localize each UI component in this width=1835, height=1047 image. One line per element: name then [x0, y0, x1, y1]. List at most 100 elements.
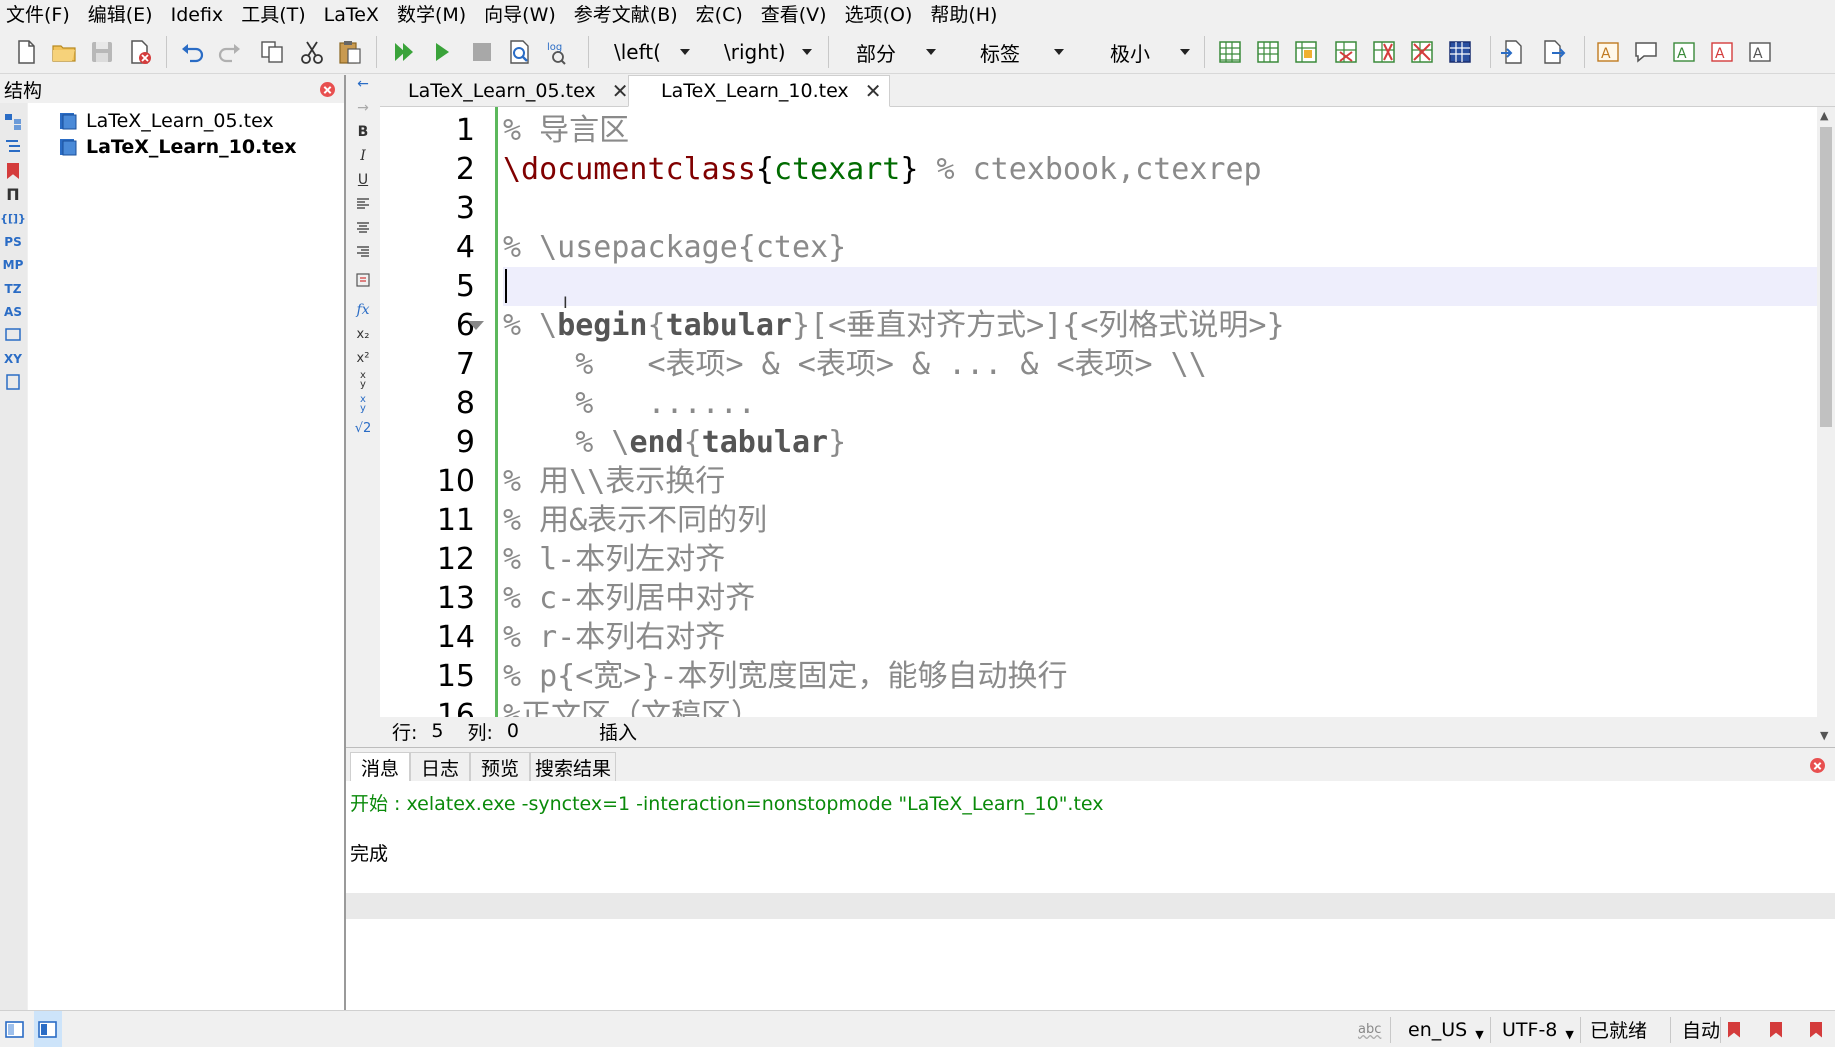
copy-icon[interactable]: [256, 36, 288, 68]
as-side-label[interactable]: AS: [2, 301, 24, 323]
view-log-icon[interactable]: log: [542, 36, 574, 68]
forward-arrow-icon[interactable]: →: [352, 97, 374, 119]
tree-file-item[interactable]: LaTeX_Learn_05.tex: [58, 107, 274, 135]
tz-side-label[interactable]: TZ: [2, 278, 24, 300]
mp-side-label[interactable]: MP: [2, 254, 24, 276]
math-function-icon[interactable]: fx: [352, 299, 374, 321]
close-tab-icon[interactable]: ✕: [612, 79, 629, 103]
menu-tools[interactable]: 工具(T): [232, 0, 314, 30]
bold-icon[interactable]: B: [352, 121, 374, 143]
close-tab-icon[interactable]: ✕: [865, 79, 882, 103]
bookmark-view-icon[interactable]: [2, 160, 24, 182]
language-selector[interactable]: en_US ▼: [1408, 1011, 1484, 1047]
quick-build-icon[interactable]: [388, 36, 420, 68]
delete-row-icon[interactable]: [1330, 36, 1362, 68]
text-box-green-icon[interactable]: A: [1668, 36, 1700, 68]
menu-math[interactable]: 数学(M): [388, 0, 475, 30]
code-editor[interactable]: 1 2 3 4 5 6 7 8 9 10 11 12 13 14 15 16 %…: [380, 107, 1817, 717]
brackets-icon[interactable]: {[]}: [0, 207, 26, 229]
bookmark-icon[interactable]: [1728, 1011, 1740, 1047]
pi-symbol-icon[interactable]: Π: [2, 183, 24, 205]
italic-icon[interactable]: I: [352, 145, 374, 167]
tab-latex-learn-10[interactable]: LaTeX_Learn_10.tex ✕: [628, 75, 890, 107]
subscript-icon[interactable]: x₂: [352, 323, 374, 345]
sqrt-icon[interactable]: √2: [352, 417, 374, 439]
tab-messages[interactable]: 消息: [350, 752, 410, 782]
stop-icon[interactable]: [466, 36, 498, 68]
open-folder-icon[interactable]: [48, 36, 80, 68]
import-icon[interactable]: [1496, 36, 1528, 68]
menu-options[interactable]: 选项(O): [836, 0, 922, 30]
menu-idefix[interactable]: Idefix: [162, 0, 233, 30]
insert-table-icon[interactable]: [1214, 36, 1246, 68]
text-box-gray-icon[interactable]: A: [1744, 36, 1776, 68]
new-file-icon[interactable]: [10, 36, 42, 68]
dfrac-icon[interactable]: xy: [352, 393, 374, 415]
export-icon[interactable]: [1538, 36, 1570, 68]
menu-help[interactable]: 帮助(H): [921, 0, 1006, 30]
add-row-icon[interactable]: [1290, 36, 1322, 68]
spellcheck-icon[interactable]: abc: [1358, 1011, 1381, 1047]
table-format-icon[interactable]: [1444, 36, 1476, 68]
menu-latex[interactable]: LaTeX: [315, 0, 388, 30]
editor-scrollbar[interactable]: ▲ ▼: [1817, 107, 1835, 747]
tab-preview[interactable]: 预览: [470, 752, 530, 782]
redo-icon[interactable]: [214, 36, 246, 68]
label-combo[interactable]: 标签: [970, 37, 1070, 67]
delete-cell-icon[interactable]: [1406, 36, 1438, 68]
font-size-combo[interactable]: 极小: [1100, 37, 1196, 67]
comment-icon[interactable]: [1630, 36, 1662, 68]
layout-single-icon[interactable]: [4, 1011, 26, 1047]
menu-macros[interactable]: 宏(C): [687, 0, 752, 30]
bookmark-icon[interactable]: [1810, 1011, 1822, 1047]
add-column-icon[interactable]: [1252, 36, 1284, 68]
image-tool-icon[interactable]: [2, 324, 24, 346]
tab-latex-learn-05[interactable]: LaTeX_Learn_05.tex ✕: [380, 75, 628, 107]
fold-arrow-icon[interactable]: [468, 321, 484, 330]
xy-side-label[interactable]: XY: [2, 348, 24, 370]
tab-search-results[interactable]: 搜索结果: [530, 752, 616, 782]
structure-view-icon[interactable]: [2, 111, 24, 133]
save-icon[interactable]: [86, 36, 118, 68]
ps-side-label[interactable]: PS: [2, 231, 24, 253]
underline-icon[interactable]: U: [352, 169, 374, 191]
back-arrow-icon[interactable]: ←: [352, 73, 374, 95]
text-box-red-icon[interactable]: A: [1706, 36, 1738, 68]
fraction-icon[interactable]: xy: [352, 369, 374, 391]
view-pdf-icon[interactable]: [504, 36, 536, 68]
layout-split-icon[interactable]: [34, 1011, 62, 1047]
close-panel-icon[interactable]: [320, 82, 335, 97]
superscript-icon[interactable]: x²: [352, 347, 374, 369]
right-delimiter-combo[interactable]: \right): [714, 37, 818, 67]
paste-icon[interactable]: [334, 36, 366, 68]
menu-bibliography[interactable]: 参考文献(B): [565, 0, 687, 30]
relation-view-icon[interactable]: [2, 136, 24, 158]
code-area[interactable]: % 导言区 \documentclass{ctexart} % ctexbook…: [503, 107, 1817, 717]
scroll-up-icon[interactable]: ▲: [1820, 109, 1828, 122]
close-file-icon[interactable]: [124, 36, 156, 68]
scroll-down-icon[interactable]: ▼: [1820, 729, 1828, 742]
menu-view[interactable]: 查看(V): [752, 0, 836, 30]
menu-edit[interactable]: 编辑(E): [79, 0, 162, 30]
tex-file-icon: [60, 139, 77, 156]
close-panel-icon[interactable]: [1810, 758, 1825, 773]
align-right-icon[interactable]: [352, 241, 374, 263]
menu-wizard[interactable]: 向导(W): [475, 0, 565, 30]
scroll-thumb[interactable]: [1820, 127, 1832, 427]
cut-icon[interactable]: [296, 36, 328, 68]
new-line-icon[interactable]: [352, 269, 374, 291]
bookmark-icon[interactable]: [1770, 1011, 1782, 1047]
align-left-icon[interactable]: [352, 193, 374, 215]
tab-log[interactable]: 日志: [410, 752, 470, 782]
encoding-selector[interactable]: UTF-8 ▼: [1502, 1011, 1574, 1047]
run-icon[interactable]: [426, 36, 458, 68]
user-tool-icon[interactable]: [2, 371, 24, 393]
menu-file[interactable]: 文件(F): [0, 0, 79, 30]
delete-column-icon[interactable]: [1368, 36, 1400, 68]
section-combo[interactable]: 部分: [846, 37, 942, 67]
undo-icon[interactable]: [176, 36, 208, 68]
left-delimiter-combo[interactable]: \left(: [604, 37, 696, 67]
tree-file-item-active[interactable]: LaTeX_Learn_10.tex: [58, 133, 297, 161]
text-note-icon[interactable]: A: [1592, 36, 1624, 68]
align-center-icon[interactable]: [352, 217, 374, 239]
